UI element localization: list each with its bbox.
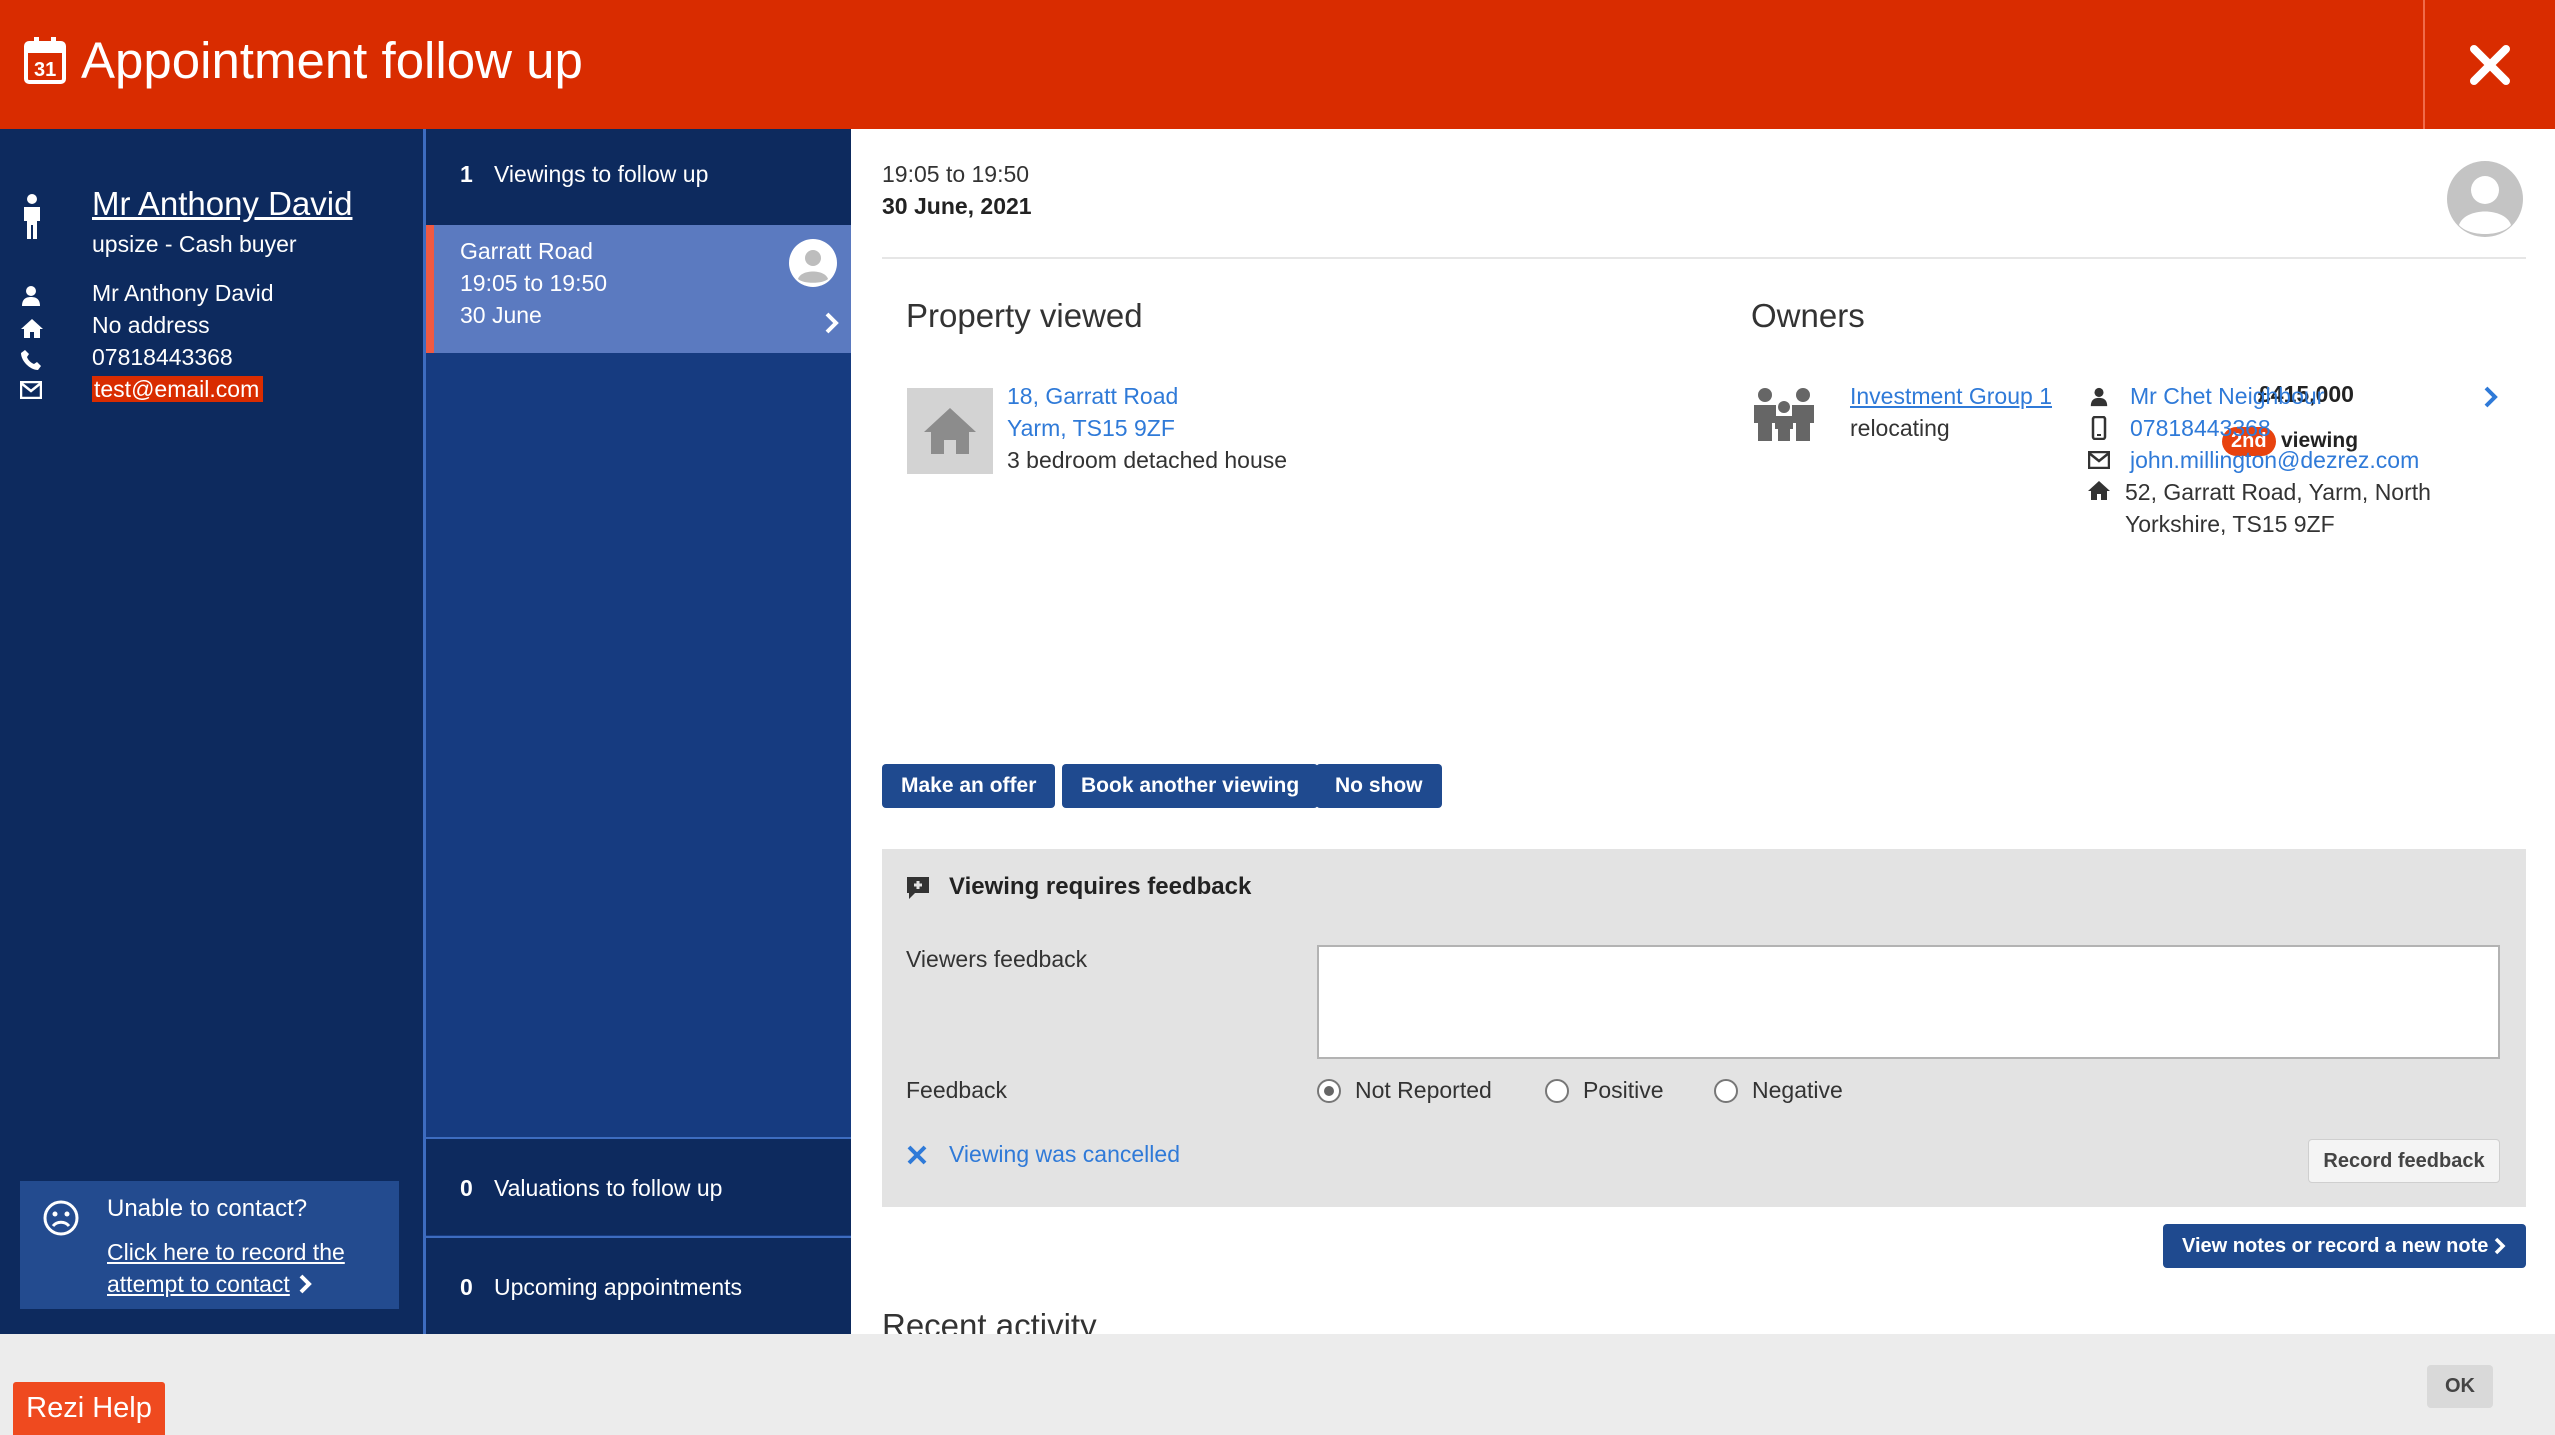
user-icon bbox=[2089, 387, 2109, 407]
radio-negative-label: Negative bbox=[1752, 1077, 1843, 1103]
book-viewing-button[interactable]: Book another viewing bbox=[1062, 764, 1319, 808]
viewing-cancelled-text[interactable]: Viewing was cancelled bbox=[949, 1141, 1180, 1168]
appointment-date: 30 June, 2021 bbox=[882, 193, 1032, 219]
owner-name-link[interactable]: Mr Chet Neighbour bbox=[2130, 380, 2324, 412]
owners-heading: Owners bbox=[1751, 297, 1865, 334]
sad-face-icon bbox=[42, 1199, 80, 1237]
header-bar: 31 Appointment follow up bbox=[0, 0, 2555, 129]
feedback-panel: Viewing requires feedback Viewers feedba… bbox=[882, 849, 2526, 1207]
followup-queue: 1 Viewings to follow up Garratt Road 19:… bbox=[423, 129, 851, 1334]
record-attempt-link[interactable]: Click here to record the attempt to cont… bbox=[107, 1236, 345, 1300]
avatar-icon bbox=[789, 239, 837, 287]
page-title: Appointment follow up bbox=[81, 32, 583, 89]
contact-panel: Mr Anthony David upsize - Cash buyer Mr … bbox=[0, 129, 423, 1334]
property-address-line2[interactable]: Yarm, TS15 9ZF bbox=[1007, 412, 1175, 444]
upcoming-label: Upcoming appointments bbox=[494, 1274, 743, 1300]
owner-address-line1: 52, Garratt Road, Yarm, North bbox=[2125, 479, 2431, 505]
viewing-cancelled-link[interactable]: Viewing was cancelled bbox=[906, 1141, 1180, 1168]
radio-positive-label: Positive bbox=[1583, 1077, 1664, 1103]
feedback-label: Feedback bbox=[906, 1077, 1008, 1103]
close-icon[interactable] bbox=[2469, 44, 2511, 86]
user-icon bbox=[20, 285, 44, 309]
chevron-right-icon[interactable] bbox=[2494, 1237, 2506, 1255]
make-offer-button[interactable]: Make an offer bbox=[882, 764, 1056, 808]
owner-group-link[interactable]: Investment Group 1 bbox=[1850, 380, 2052, 412]
contact-subtitle: upsize - Cash buyer bbox=[92, 231, 297, 257]
record-attempt-line2[interactable]: attempt to contact bbox=[107, 1268, 290, 1300]
close-icon[interactable] bbox=[906, 1144, 928, 1166]
view-notes-label[interactable]: View notes or record a new note bbox=[2182, 1235, 2488, 1257]
radio-negative[interactable]: Negative bbox=[1714, 1077, 1843, 1104]
appointment-detail: 19:05 to 19:50 30 June, 2021 Property vi… bbox=[851, 129, 2555, 1344]
feedback-title: Viewing requires feedback bbox=[949, 873, 1252, 900]
record-feedback-button[interactable]: Record feedback bbox=[2308, 1139, 2500, 1183]
owner-phone-link[interactable]: 07818443368 bbox=[2130, 412, 2271, 444]
viewings-label: Viewings to follow up bbox=[494, 161, 709, 187]
property-heading: Property viewed bbox=[906, 297, 1143, 334]
radio-not-reported-label: Not Reported bbox=[1355, 1077, 1492, 1103]
property-description: 3 bedroom detached house bbox=[1007, 447, 1288, 473]
contact-phone: 07818443368 bbox=[92, 344, 233, 370]
close-button[interactable] bbox=[2423, 0, 2555, 129]
property-address-line1[interactable]: 18, Garratt Road bbox=[1007, 380, 1178, 412]
viewing-item-street: Garratt Road bbox=[460, 238, 593, 264]
valuations-label: Valuations to follow up bbox=[494, 1175, 723, 1201]
home-icon bbox=[20, 317, 44, 341]
viewings-section-header[interactable]: 1 Viewings to follow up bbox=[426, 129, 851, 225]
home-icon bbox=[2087, 479, 2111, 501]
radio-icon[interactable] bbox=[1545, 1078, 1569, 1103]
unable-title: Unable to contact? bbox=[107, 1195, 308, 1222]
calendar-icon: 31 bbox=[24, 36, 66, 84]
envelope-icon bbox=[20, 381, 44, 405]
unable-to-contact-panel: Unable to contact? Click here to record … bbox=[20, 1181, 399, 1309]
chevron-right-icon[interactable] bbox=[298, 1274, 312, 1294]
valuations-section[interactable]: 0 Valuations to follow up bbox=[426, 1137, 851, 1235]
avatar-icon bbox=[2445, 159, 2525, 239]
upcoming-count: 0 bbox=[460, 1274, 473, 1300]
valuations-count: 0 bbox=[460, 1175, 473, 1201]
record-attempt-line1[interactable]: Click here to record the bbox=[107, 1236, 345, 1268]
radio-positive[interactable]: Positive bbox=[1545, 1077, 1664, 1104]
owner-status: relocating bbox=[1850, 415, 1950, 441]
help-button[interactable]: Rezi Help bbox=[13, 1382, 165, 1435]
owner-address-line2: Yorkshire, TS15 9ZF bbox=[2125, 511, 2335, 537]
appointment-time: 19:05 to 19:50 bbox=[882, 161, 1030, 187]
viewing-item-time: 19:05 to 19:50 bbox=[460, 270, 608, 296]
contact-address: No address bbox=[92, 312, 210, 338]
contact-email-text[interactable]: test@email.com bbox=[92, 376, 264, 402]
contact-email[interactable]: test@email.com bbox=[92, 373, 264, 405]
radio-not-reported[interactable]: Not Reported bbox=[1317, 1077, 1492, 1104]
house-icon bbox=[922, 404, 978, 456]
mobile-icon bbox=[2091, 416, 2107, 440]
footer-bar: Rezi Help OK bbox=[0, 1334, 2555, 1435]
svg-text:31: 31 bbox=[34, 59, 56, 81]
viewers-feedback-input[interactable] bbox=[1317, 945, 2500, 1059]
owner-email-link[interactable]: john.millington@dezrez.com bbox=[2130, 444, 2419, 476]
divider bbox=[882, 257, 2526, 259]
view-notes-button[interactable]: View notes or record a new note bbox=[2163, 1224, 2526, 1268]
property-thumbnail bbox=[907, 388, 993, 474]
chevron-right-icon[interactable] bbox=[2483, 385, 2499, 409]
phone-icon bbox=[20, 349, 44, 373]
radio-icon[interactable] bbox=[1714, 1078, 1738, 1103]
viewing-item-date: 30 June bbox=[460, 302, 542, 328]
upcoming-section[interactable]: 0 Upcoming appointments bbox=[426, 1236, 851, 1334]
viewings-count: 1 bbox=[460, 161, 473, 187]
no-show-button[interactable]: No show bbox=[1316, 764, 1442, 808]
feedback-icon bbox=[905, 875, 931, 901]
ok-button[interactable]: OK bbox=[2427, 1365, 2493, 1408]
viewing-item[interactable]: Garratt Road 19:05 to 19:50 30 June bbox=[426, 225, 851, 353]
contact-name-link[interactable]: Mr Anthony David bbox=[92, 185, 352, 223]
person-icon bbox=[20, 193, 44, 241]
chevron-right-icon[interactable] bbox=[824, 311, 840, 335]
contact-person: Mr Anthony David bbox=[92, 280, 274, 306]
group-icon bbox=[1751, 387, 1817, 441]
envelope-icon bbox=[2088, 451, 2110, 469]
radio-selected-icon[interactable] bbox=[1317, 1078, 1341, 1103]
viewers-feedback-label: Viewers feedback bbox=[906, 946, 1088, 972]
